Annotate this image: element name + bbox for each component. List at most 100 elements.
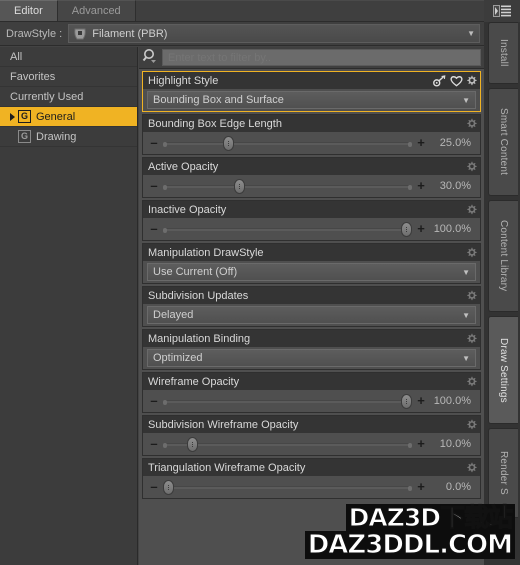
increment-button[interactable]: + — [415, 179, 427, 192]
editor-tabbar: Editor Advanced — [0, 0, 484, 22]
decrement-button[interactable]: – — [148, 437, 160, 450]
chevron-down-icon[interactable]: ▼ — [462, 311, 470, 320]
sidebar-item-drawing[interactable]: G Drawing — [0, 127, 137, 147]
slider-handle[interactable] — [234, 179, 246, 194]
property-combo[interactable]: Optimized ▼ — [147, 349, 476, 367]
decrement-button[interactable]: – — [148, 222, 160, 235]
increment-button[interactable]: + — [415, 222, 427, 235]
tabbar-filler — [135, 0, 484, 21]
gear-icon[interactable] — [466, 161, 477, 172]
increment-button[interactable]: + — [415, 394, 427, 407]
tab-editor[interactable]: Editor — [0, 0, 58, 21]
gear-icon[interactable] — [466, 376, 477, 387]
property-header-icons — [466, 419, 477, 430]
link-icon[interactable] — [433, 74, 447, 87]
decrement-button[interactable]: – — [148, 394, 160, 407]
property-value[interactable]: 25.0% — [427, 137, 475, 149]
sidebar-item-favorites[interactable]: Favorites — [0, 67, 137, 87]
increment-button[interactable]: + — [415, 480, 427, 493]
slider-handle[interactable] — [163, 480, 174, 495]
pane-tab-strip: Install Smart Content Content Library Draw … — [484, 22, 520, 565]
gear-icon[interactable] — [466, 247, 477, 258]
decrement-button[interactable]: – — [148, 136, 160, 149]
slider-handle[interactable] — [222, 136, 234, 151]
pane-tab-draw-settings[interactable]: Draw Settings — [488, 316, 518, 424]
property-header-icons — [466, 333, 477, 344]
slider-track[interactable] — [163, 480, 412, 495]
property-body: – +10.0% — [143, 433, 480, 455]
slider-track[interactable] — [163, 437, 412, 452]
gear-icon[interactable] — [466, 118, 477, 129]
property-header-icons — [466, 118, 477, 129]
decrement-button[interactable]: – — [148, 480, 160, 493]
property-header: Manipulation Binding — [143, 330, 480, 347]
property-value[interactable]: 100.0% — [427, 223, 475, 235]
property-header: Active Opacity — [143, 158, 480, 175]
property-combo[interactable]: Bounding Box and Surface ▼ — [147, 91, 476, 109]
slider-track[interactable] — [163, 179, 412, 194]
property-value[interactable]: 30.0% — [427, 180, 475, 192]
property-value[interactable]: 0.0% — [427, 481, 475, 493]
chevron-down-icon[interactable]: ▼ — [462, 96, 470, 105]
property-label: Active Opacity — [148, 160, 219, 173]
property-header-icons — [466, 290, 477, 301]
slider-row: – +100.0% — [146, 394, 477, 409]
chevron-down-icon[interactable]: ▼ — [462, 354, 470, 363]
pane-tab-smart-content[interactable]: Smart Content — [488, 88, 518, 196]
increment-button[interactable]: + — [415, 437, 427, 450]
slider-handle[interactable] — [401, 394, 412, 409]
slider-groove — [163, 228, 412, 233]
hamburger-menu-icon[interactable] — [484, 0, 520, 22]
property-wireframe-opacity: Wireframe Opacity – +100.0% — [142, 372, 481, 413]
pane-tab-install[interactable]: Install — [488, 22, 518, 84]
gear-icon[interactable] — [466, 75, 477, 86]
chevron-down-icon[interactable]: ▼ — [462, 268, 470, 277]
property-value[interactable]: 100.0% — [427, 395, 475, 407]
drawstyle-preset-icon — [73, 27, 87, 41]
slider-groove — [163, 142, 412, 147]
sidebar-item-currently-used[interactable]: Currently Used — [0, 87, 137, 107]
property-header-icons — [466, 376, 477, 387]
slider-handle[interactable] — [401, 222, 412, 237]
property-body: Delayed ▼ — [143, 304, 480, 326]
slider-row: – +100.0% — [146, 222, 477, 237]
slider-track[interactable] — [163, 394, 412, 409]
search-input[interactable] — [162, 49, 481, 66]
slider-cap-left — [163, 142, 167, 147]
expander-triangle-icon[interactable] — [10, 112, 15, 121]
gear-icon[interactable] — [466, 462, 477, 473]
pane-tab-content-library[interactable]: Content Library — [488, 200, 518, 312]
sidebar-item-general[interactable]: G General — [0, 107, 137, 127]
property-combo[interactable]: Delayed ▼ — [147, 306, 476, 324]
search-icon[interactable] — [142, 48, 159, 67]
slider-row: – +25.0% — [146, 136, 477, 151]
property-value: Bounding Box and Surface — [153, 94, 284, 106]
slider-track[interactable] — [163, 222, 412, 237]
decrement-button[interactable]: – — [148, 179, 160, 192]
property-inactive-opacity: Inactive Opacity – +100.0% — [142, 200, 481, 241]
gear-icon[interactable] — [466, 204, 477, 215]
property-highlight-style: Highlight Style Bounding Box and Surface ▼ — [142, 71, 481, 112]
slider-track[interactable] — [163, 136, 412, 151]
property-body: – +0.0% — [143, 476, 480, 498]
gear-icon[interactable] — [466, 290, 477, 301]
pane-tab-label: Smart Content — [498, 108, 509, 176]
slider-cap-right — [408, 185, 412, 190]
drawstyle-combo[interactable]: Filament (PBR) ▼ — [68, 24, 480, 43]
slider-handle[interactable] — [186, 437, 198, 452]
slider-cap-right — [408, 443, 412, 448]
sidebar-item-all[interactable]: All — [0, 47, 137, 67]
slider-cap-left — [163, 228, 167, 233]
property-header-icons — [466, 247, 477, 258]
property-value[interactable]: 10.0% — [427, 438, 475, 450]
property-pane: Highlight Style Bounding Box and Surface ▼… — [139, 47, 484, 565]
tab-advanced[interactable]: Advanced — [57, 0, 136, 21]
slider-groove — [163, 443, 412, 448]
sidebar-item-label: Drawing — [36, 130, 77, 143]
property-combo[interactable]: Use Current (Off) ▼ — [147, 263, 476, 281]
pane-tab-render-s[interactable]: Render S — [488, 428, 518, 518]
gear-icon[interactable] — [466, 419, 477, 430]
heart-icon[interactable] — [450, 75, 463, 87]
increment-button[interactable]: + — [415, 136, 427, 149]
gear-icon[interactable] — [466, 333, 477, 344]
